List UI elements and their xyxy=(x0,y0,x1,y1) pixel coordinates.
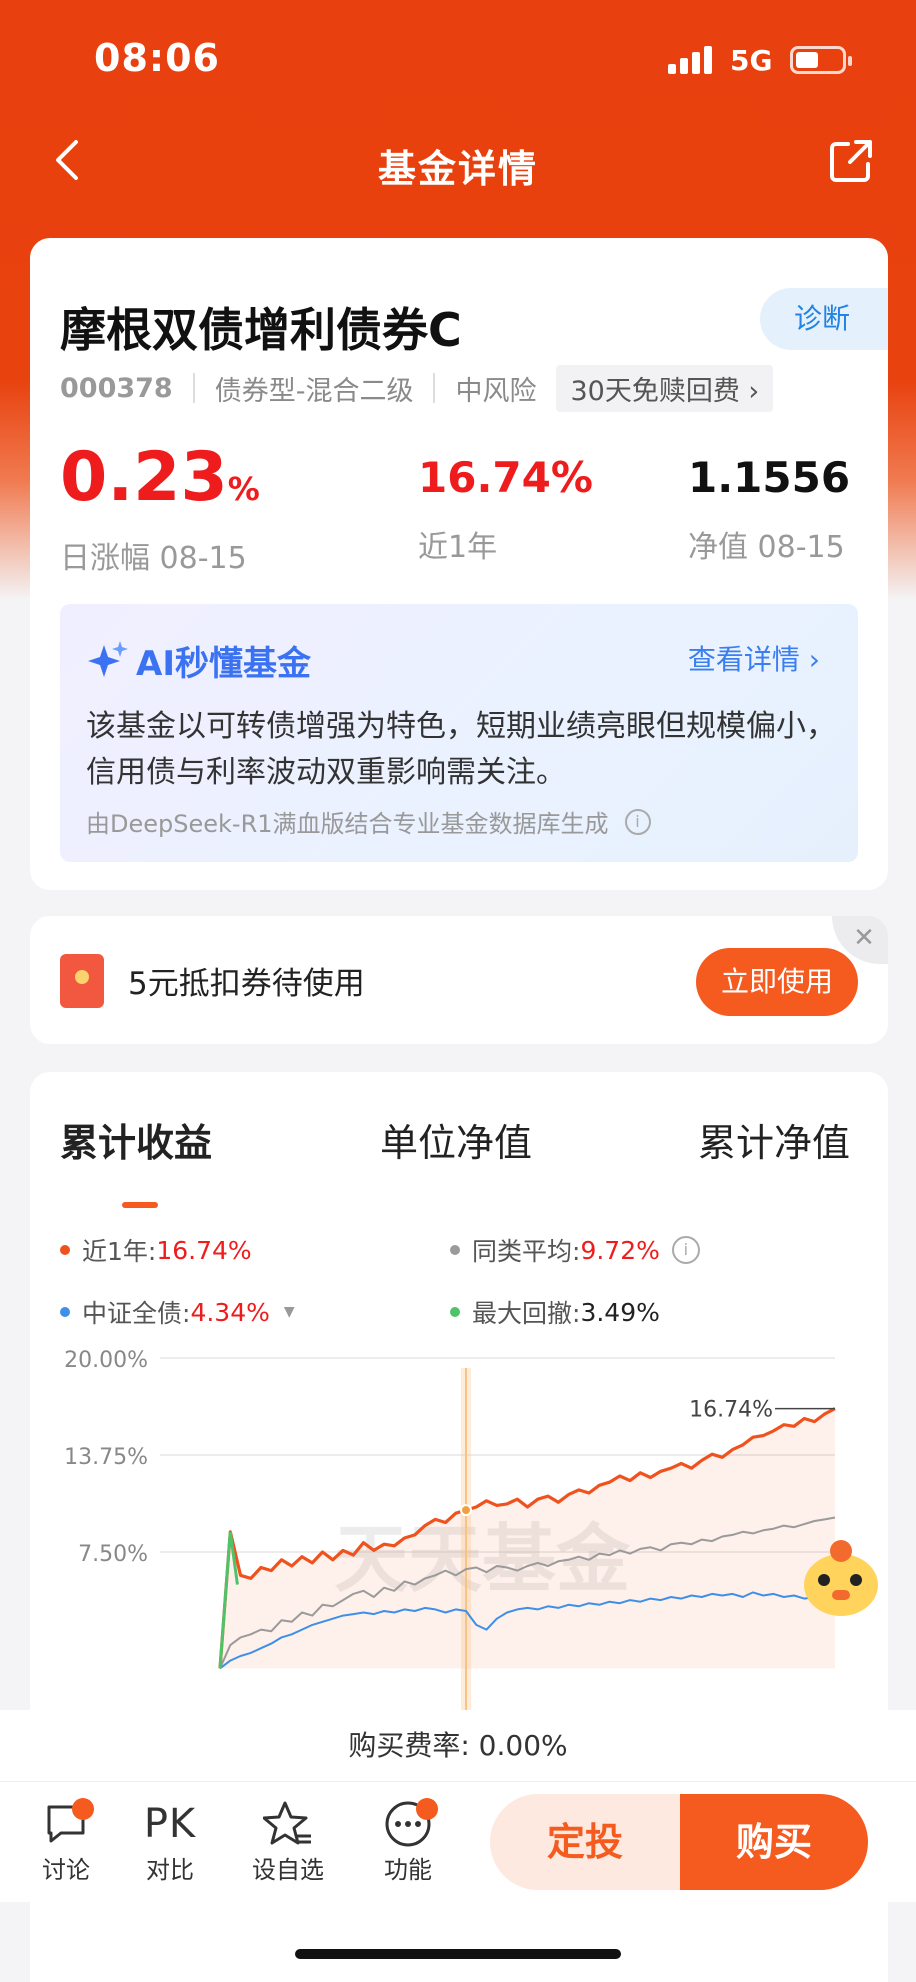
purchase-buttons: 定投 购买 xyxy=(490,1794,868,1890)
fund-risk: 中风险 xyxy=(455,375,537,407)
tab-indicator xyxy=(122,1202,158,1208)
fund-name: 摩根双债增利债券C xyxy=(60,303,462,357)
battery-icon xyxy=(790,46,852,74)
tab-unit-nav[interactable]: 单位净值 xyxy=(380,1112,532,1167)
ai-summary-panel[interactable]: AI秒懂基金 查看详情 › 该基金以可转债增强为特色，短期业绩亮眼但规模偏小，信… xyxy=(60,604,858,862)
nav-label: 净值 08-15 xyxy=(688,530,845,565)
stat-nav: 1.1556 净值 08-15 xyxy=(688,442,850,566)
share-icon[interactable] xyxy=(828,138,874,184)
ai-source-text: 由DeepSeek-R1满血版结合专业基金数据库生成 xyxy=(86,810,609,838)
daily-change-unit: % xyxy=(227,470,260,508)
status-time: 08:06 xyxy=(94,36,220,80)
legend-dot xyxy=(450,1307,460,1317)
status-bar: 08:06 5G xyxy=(0,0,916,120)
purchase-fee: 购买费率: 0.00% xyxy=(0,1710,916,1782)
fund-meta: 000378 债券型-混合二级 中风险 30天免赎回费 › xyxy=(60,364,774,412)
compare-label: 对比 xyxy=(146,1856,194,1884)
mascot-icon[interactable] xyxy=(796,1534,886,1624)
fund-summary-card: 摩根双债增利债券C 诊断 000378 债券型-混合二级 中风险 30天免赎回费… xyxy=(30,238,888,890)
chart-tabs: 累计收益 单位净值 累计净值 xyxy=(30,1112,888,1208)
discuss-button[interactable]: 讨论 xyxy=(26,1798,106,1885)
more-label: 功能 xyxy=(384,1856,432,1884)
stat-daily-change: 0.23% 日涨幅 08-15 xyxy=(60,442,260,577)
sparkle-icon xyxy=(88,640,128,677)
legend-dot xyxy=(450,1245,460,1255)
nav-value: 1.1556 xyxy=(688,453,851,502)
fund-area xyxy=(220,1408,835,1669)
legend-index-value: 4.34% xyxy=(190,1297,270,1327)
notification-dot xyxy=(72,1798,94,1820)
y-tick-label: 7.50% xyxy=(78,1542,148,1567)
y-tick-label: 13.75% xyxy=(64,1445,148,1470)
nav-bar: 基金详情 xyxy=(0,120,916,200)
fund-code: 000378 xyxy=(60,372,173,404)
fee-promo-tag[interactable]: 30天免赎回费 › xyxy=(556,364,774,412)
compare-button[interactable]: PK 对比 xyxy=(130,1798,210,1885)
signal-icon xyxy=(668,46,716,74)
year-return-value: 16.74% xyxy=(418,453,593,502)
legend-peer-label: 同类平均: xyxy=(472,1237,581,1266)
daily-change-label: 日涨幅 08-15 xyxy=(60,541,247,576)
daily-change-value: 0.23 xyxy=(60,438,228,517)
discuss-label: 讨论 xyxy=(42,1856,90,1884)
legend-drawdown: 最大回撤: 3.49% xyxy=(450,1294,660,1330)
legend-index[interactable]: 中证全债: 4.34% ▼ xyxy=(60,1294,295,1330)
pk-icon: PK xyxy=(143,1801,197,1847)
ai-title-text: AI秒懂基金 xyxy=(136,644,311,684)
coupon-text: 5元抵扣券待使用 xyxy=(128,966,365,1002)
page-title: 基金详情 xyxy=(377,147,538,191)
y-tick-label: 20.00% xyxy=(64,1348,148,1373)
ai-source: 由DeepSeek-R1满血版结合专业基金数据库生成 i xyxy=(86,804,651,839)
legend-drawdown-label: 最大回撤: xyxy=(472,1299,581,1328)
crosshair-point xyxy=(460,1504,472,1517)
coupon-card: 5元抵扣券待使用 立即使用 ✕ xyxy=(30,916,888,1044)
legend-fund-value: 16.74% xyxy=(156,1235,252,1265)
legend-dot xyxy=(60,1245,70,1255)
notification-dot xyxy=(416,1798,438,1820)
red-envelope-icon xyxy=(60,954,104,1008)
diagnose-button[interactable]: 诊断 xyxy=(760,288,888,350)
info-icon[interactable]: i xyxy=(671,1236,700,1264)
tab-cumulative-nav[interactable]: 累计净值 xyxy=(698,1112,850,1167)
legend-fund: 近1年: 16.74% xyxy=(60,1232,252,1268)
buy-button[interactable]: 购买 xyxy=(680,1794,868,1890)
watchlist-label: 设自选 xyxy=(252,1856,324,1884)
more-functions-button[interactable]: 功能 xyxy=(368,1798,448,1885)
ai-title: AI秒懂基金 xyxy=(86,636,311,685)
star-icon xyxy=(263,1801,311,1845)
legend-index-label: 中证全债: xyxy=(82,1299,191,1328)
add-watchlist-button[interactable]: 设自选 xyxy=(248,1798,328,1885)
info-icon[interactable]: i xyxy=(624,808,651,835)
chart-legend: 近1年: 16.74% 同类平均: 9.72% i 中证全债: 4.34% ▼ … xyxy=(60,1232,880,1352)
dropdown-icon[interactable]: ▼ xyxy=(284,1304,295,1320)
use-coupon-button[interactable]: 立即使用 xyxy=(696,948,858,1016)
stat-year-return: 16.74% 近1年 xyxy=(418,442,593,566)
divider xyxy=(192,373,195,403)
end-value-label: 16.74% xyxy=(689,1398,773,1423)
year-return-label: 近1年 xyxy=(418,530,498,565)
legend-peer-value: 9.72% xyxy=(580,1235,660,1265)
network-type: 5G xyxy=(730,44,773,77)
sip-button[interactable]: 定投 xyxy=(490,1794,680,1890)
legend-dot xyxy=(60,1307,70,1317)
bottom-action-bar: 讨论 PK 对比 设自选 功能 定投 购买 xyxy=(0,1782,916,1902)
legend-peer: 同类平均: 9.72% i xyxy=(450,1232,700,1268)
tab-cumulative-return[interactable]: 累计收益 xyxy=(60,1112,212,1167)
home-indicator xyxy=(295,1949,621,1959)
legend-drawdown-value: 3.49% xyxy=(580,1297,660,1327)
fund-type: 债券型-混合二级 xyxy=(214,375,414,407)
ai-summary-text: 该基金以可转债增强为特色，短期业绩亮眼但规模偏小，信用债与利率波动双重影响需关注… xyxy=(86,709,836,790)
fund-stats: 0.23% 日涨幅 08-15 16.74% 近1年 1.1556 净值 08-… xyxy=(60,442,860,577)
legend-fund-label: 近1年: xyxy=(82,1237,157,1266)
divider xyxy=(433,373,436,403)
ai-more-link[interactable]: 查看详情 › xyxy=(688,638,820,678)
